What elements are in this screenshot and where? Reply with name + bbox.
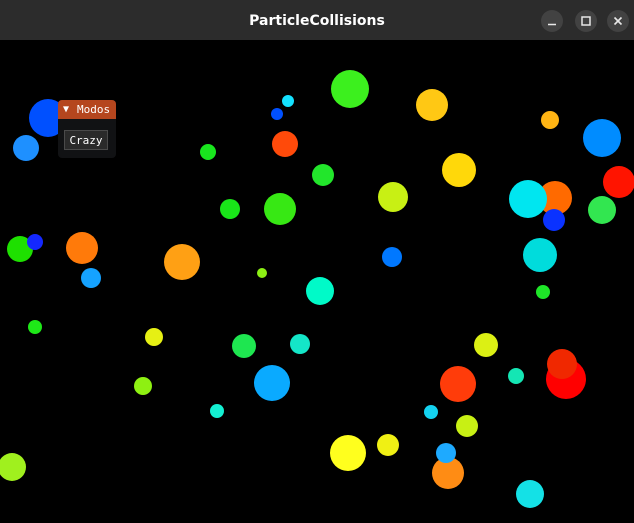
particle [436, 443, 456, 463]
particle [254, 365, 290, 401]
particle [306, 277, 334, 305]
panel-header[interactable]: ▼ Modos [58, 100, 116, 119]
particle [81, 268, 101, 288]
particle [456, 415, 478, 437]
particle [588, 196, 616, 224]
particle [145, 328, 163, 346]
window-title: ParticleCollisions [249, 13, 385, 29]
particle [541, 111, 559, 129]
particle [312, 164, 334, 186]
particle [331, 70, 369, 108]
particle [134, 377, 152, 395]
particle [330, 435, 366, 471]
particle [257, 268, 267, 278]
particle [271, 108, 283, 120]
particle [210, 404, 224, 418]
close-button[interactable] [607, 10, 629, 32]
particle [382, 247, 402, 267]
particle [272, 131, 298, 157]
particle [290, 334, 310, 354]
particle [442, 153, 476, 187]
particle [416, 89, 448, 121]
particle [282, 95, 294, 107]
particle [474, 333, 498, 357]
particle [523, 238, 557, 272]
close-icon [613, 16, 623, 26]
particle [543, 209, 565, 231]
particle [583, 119, 621, 157]
maximize-icon [581, 16, 591, 26]
particle [536, 285, 550, 299]
minimize-button[interactable] [541, 10, 563, 32]
particle [440, 366, 476, 402]
particle [200, 144, 216, 160]
particle [232, 334, 256, 358]
maximize-button[interactable] [575, 10, 597, 32]
modos-panel[interactable]: ▼ Modos Crazy [58, 100, 116, 158]
minimize-icon [548, 23, 556, 26]
particle [508, 368, 524, 384]
particle [264, 193, 296, 225]
panel-title: Modos [77, 103, 111, 116]
particle [13, 135, 39, 161]
particle [0, 453, 26, 481]
crazy-button[interactable]: Crazy [64, 130, 108, 150]
particle [516, 480, 544, 508]
particle [378, 182, 408, 212]
title-bar[interactable]: ParticleCollisions [0, 0, 634, 41]
particle [424, 405, 438, 419]
triangle-down-icon[interactable]: ▼ [63, 100, 69, 119]
particle [66, 232, 98, 264]
particle [547, 349, 577, 379]
particle [27, 234, 43, 250]
particle [377, 434, 399, 456]
particle [28, 320, 42, 334]
particle [603, 166, 634, 198]
particle [164, 244, 200, 280]
particle [220, 199, 240, 219]
particle [509, 180, 547, 218]
app-window: ParticleCollisions ▼ Modos Crazy [0, 0, 634, 523]
